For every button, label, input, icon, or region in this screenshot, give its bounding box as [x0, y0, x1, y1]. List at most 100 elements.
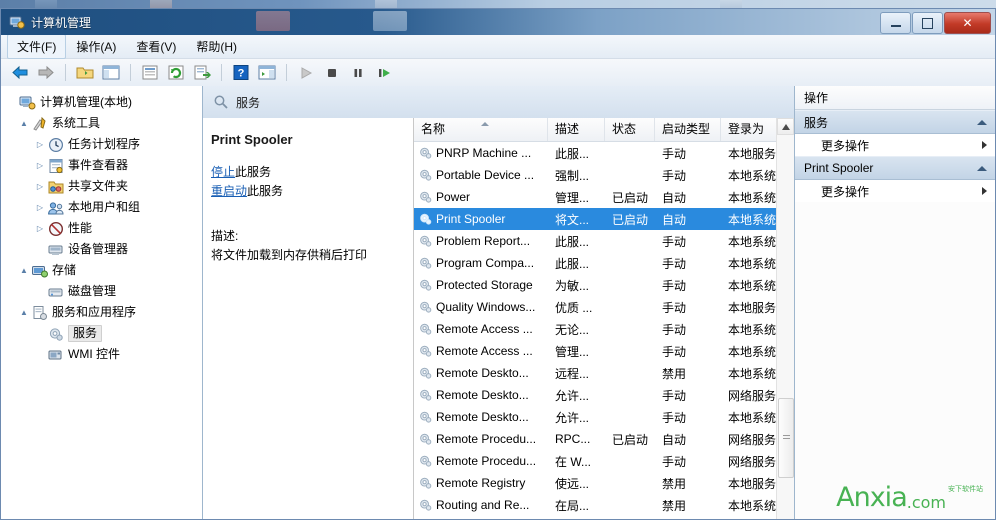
table-row[interactable]: Power 管理... 已启动 自动 本地系统: [414, 186, 794, 208]
table-row[interactable]: Remote Deskto... 远程... 禁用 本地系统: [414, 362, 794, 384]
tree-item-task-scheduler[interactable]: ▷ 任务计划程序: [1, 134, 202, 155]
menu-file[interactable]: 文件(F): [7, 34, 67, 59]
shared-folders-icon: [48, 181, 64, 193]
table-row[interactable]: RPC Endpoint M...解析...已启动自动网络服务: [414, 516, 794, 519]
column-header-name[interactable]: 名称: [414, 118, 548, 141]
cell-desc: 此服...: [555, 256, 590, 271]
table-row[interactable]: Remote Access ... 无论... 手动 本地系统: [414, 318, 794, 340]
tree-twisty[interactable]: ▷: [33, 224, 47, 233]
chevron-up-icon[interactable]: [977, 119, 987, 125]
restart-service-link[interactable]: 重启动此服务: [211, 182, 403, 201]
cell-name: Problem Report...: [414, 234, 548, 248]
tree-item-device-manager[interactable]: 设备管理器: [1, 239, 202, 260]
cell-starttype: 自动: [662, 432, 687, 447]
actions-group-services[interactable]: 服务: [795, 110, 995, 134]
table-row[interactable]: Remote Deskto... 允许... 手动 本地系统: [414, 406, 794, 428]
column-header-status[interactable]: 状态: [605, 118, 655, 141]
svg-text:?: ?: [238, 68, 245, 80]
service-gear-icon: [420, 367, 432, 379]
column-header-description[interactable]: 描述: [548, 118, 605, 141]
table-row[interactable]: Protected Storage 为敏... 手动 本地系统: [414, 274, 794, 296]
table-row[interactable]: Routing and Re... 在局... 禁用 本地系统: [414, 494, 794, 516]
table-row[interactable]: Problem Report... 此服... 手动 本地系统: [414, 230, 794, 252]
menu-view[interactable]: 查看(V): [126, 34, 186, 59]
tree-item-storage[interactable]: ▲ 存储: [1, 260, 202, 281]
table-row[interactable]: Remote Procedu... 在 W... 手动 网络服务: [414, 450, 794, 472]
watermark: Anxia .com 安下软件站: [836, 484, 983, 511]
tree-twisty[interactable]: ▷: [33, 140, 47, 149]
cell-name: Program Compa...: [414, 256, 548, 270]
restart-service-icon[interactable]: [372, 62, 396, 84]
tree-item-system-tools[interactable]: ▲ 系统工具: [1, 113, 202, 134]
properties-icon[interactable]: [138, 62, 162, 84]
tree-item-performance[interactable]: ▷ 性能: [1, 218, 202, 239]
pause-service-icon[interactable]: [346, 62, 370, 84]
service-gear-icon: [420, 389, 432, 401]
cell-desc: 此服...: [555, 146, 590, 161]
stop-service-link[interactable]: 停止此服务: [211, 163, 403, 182]
service-gear-icon: [420, 499, 432, 511]
chevron-right-icon: [982, 141, 987, 149]
menu-action[interactable]: 操作(A): [66, 34, 126, 59]
tree-item-computer-management[interactable]: 计算机管理(本地): [1, 92, 202, 113]
maximize-button[interactable]: [912, 12, 943, 34]
stop-link-text[interactable]: 停止: [211, 165, 235, 179]
tree-item-services[interactable]: 服务: [1, 323, 202, 344]
cell-name: Remote Access ...: [414, 344, 548, 358]
tree-item-label: 服务和应用程序: [52, 305, 137, 319]
tree-item-disk-management[interactable]: 磁盘管理: [1, 281, 202, 302]
tree-twisty[interactable]: ▷: [33, 182, 47, 191]
tree-twisty[interactable]: ▷: [33, 203, 47, 212]
tree-item-local-users-and-groups[interactable]: ▷ 本地用户和组: [1, 197, 202, 218]
table-row[interactable]: Quality Windows... 优质 ... 手动 本地服务: [414, 296, 794, 318]
table-row[interactable]: Print Spooler 将文... 已启动 自动 本地系统: [414, 208, 794, 230]
scrollbar-thumb[interactable]: [778, 398, 794, 478]
tree-item-wmi-control[interactable]: WMI 控件: [1, 344, 202, 365]
table-row[interactable]: Program Compa... 此服... 手动 本地系统: [414, 252, 794, 274]
table-row[interactable]: Remote Access ... 管理... 手动 本地系统: [414, 340, 794, 362]
actions-group-print-spooler[interactable]: Print Spooler: [795, 156, 995, 180]
tree-twisty[interactable]: ▲: [17, 266, 31, 275]
cell-starttype: 手动: [662, 454, 687, 469]
tree-twisty[interactable]: ▲: [17, 308, 31, 317]
start-service-icon[interactable]: [294, 62, 318, 84]
tree-twisty[interactable]: ▷: [33, 161, 47, 170]
cell-starttype: 禁用: [662, 498, 687, 513]
service-name-text: Remote Deskto...: [436, 410, 529, 424]
menu-help[interactable]: 帮助(H): [186, 34, 247, 59]
cell-desc: 此服...: [555, 234, 590, 249]
chevron-up-icon[interactable]: [977, 165, 987, 171]
window-title: 计算机管理: [31, 16, 92, 30]
services-list-scrollbar[interactable]: [776, 118, 794, 519]
tree-twisty[interactable]: ▲: [17, 119, 31, 128]
action-more-actions-print-spooler[interactable]: 更多操作: [795, 180, 995, 202]
show-hide-console-tree-icon[interactable]: [99, 62, 123, 84]
minimize-button[interactable]: [880, 12, 911, 34]
table-row[interactable]: PNRP Machine ... 此服... 手动 本地服务: [414, 142, 794, 164]
cell-name: Routing and Re...: [414, 498, 548, 512]
help-icon[interactable]: ?: [229, 62, 253, 84]
restart-link-text[interactable]: 重启动: [211, 184, 247, 198]
up-folder-icon[interactable]: [73, 62, 97, 84]
close-button[interactable]: ✕: [944, 12, 991, 34]
action-more-actions-services[interactable]: 更多操作: [795, 134, 995, 156]
refresh-icon[interactable]: [164, 62, 188, 84]
column-header-startup-type[interactable]: 启动类型: [655, 118, 721, 141]
tree-item-shared-folders[interactable]: ▷ 共享文件夹: [1, 176, 202, 197]
service-name-text: Problem Report...: [436, 234, 531, 248]
export-list-icon[interactable]: [190, 62, 214, 84]
tree-item-event-viewer[interactable]: ▷ 事件查看器: [1, 155, 202, 176]
scroll-up-button[interactable]: [777, 118, 794, 135]
table-row[interactable]: Remote Deskto... 允许... 手动 网络服务: [414, 384, 794, 406]
show-action-pane-icon[interactable]: [255, 62, 279, 84]
back-icon[interactable]: [8, 62, 32, 84]
cell-starttype: 手动: [662, 168, 687, 183]
table-row[interactable]: Portable Device ... 强制... 手动 本地系统: [414, 164, 794, 186]
cell-desc: 在局...: [555, 498, 590, 513]
forward-icon[interactable]: [34, 62, 58, 84]
tree-item-services-and-applications[interactable]: ▲ 服务和应用程序: [1, 302, 202, 323]
table-row[interactable]: Remote Registry 使远... 禁用 本地服务: [414, 472, 794, 494]
stop-service-icon[interactable]: [320, 62, 344, 84]
sort-ascending-icon: [480, 122, 489, 126]
table-row[interactable]: Remote Procedu... RPC... 已启动 自动 网络服务: [414, 428, 794, 450]
